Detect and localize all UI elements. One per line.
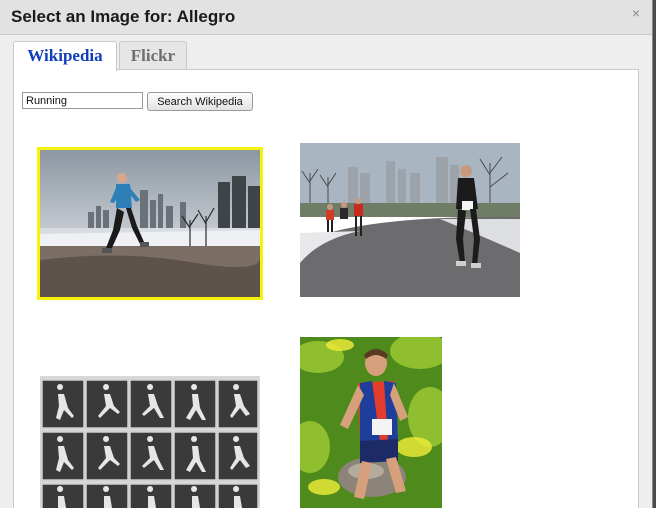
dialog-title: Select an Image for: Allegro [11, 7, 236, 26]
result-image-2[interactable] [300, 143, 520, 297]
dialog-titlebar: Select an Image for: Allegro × [0, 0, 652, 35]
runner-on-lakefront-photo [40, 150, 260, 297]
result-image-1[interactable] [37, 147, 263, 300]
result-image-4[interactable] [300, 337, 442, 508]
search-input[interactable] [22, 92, 143, 109]
cross-country-runner-photo [300, 337, 442, 508]
close-icon[interactable]: × [628, 5, 644, 21]
tab-wikipedia[interactable]: Wikipedia [13, 41, 117, 71]
tab-flickr[interactable]: Flickr [119, 41, 187, 70]
search-wikipedia-button[interactable]: Search Wikipedia [147, 92, 253, 111]
image-picker-dialog: Select an Image for: Allegro × Wikipedia… [0, 0, 653, 508]
result-image-3[interactable] [40, 376, 260, 508]
race-runners-on-road-photo [300, 143, 520, 297]
muybridge-running-sequence-photo [40, 376, 260, 508]
